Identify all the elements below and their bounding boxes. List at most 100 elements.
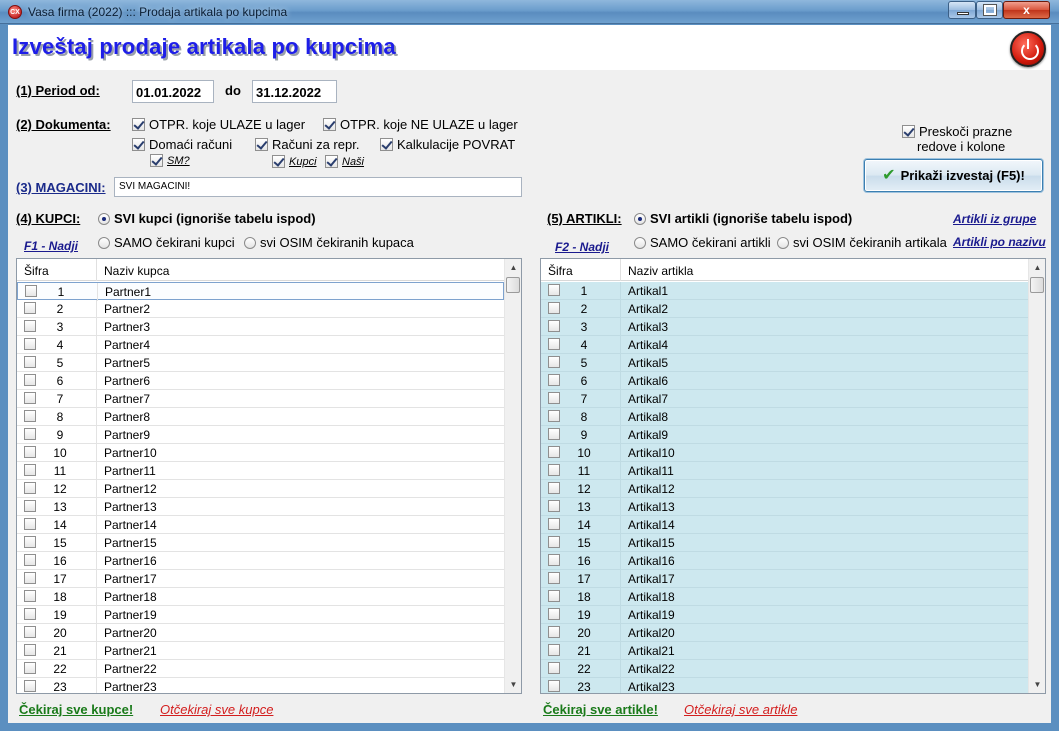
table-row[interactable]: 3 Partner3 <box>17 318 504 336</box>
table-row[interactable]: 9 Artikal9 <box>541 426 1028 444</box>
table-row[interactable]: 6 Partner6 <box>17 372 504 390</box>
table-row[interactable]: 21 Partner21 <box>17 642 504 660</box>
row-checkbox[interactable] <box>548 392 560 404</box>
row-checkbox[interactable] <box>24 338 36 350</box>
table-row[interactable]: 18 Artikal18 <box>541 588 1028 606</box>
customers-scrollbar[interactable]: ▲ ▼ <box>504 259 521 693</box>
table-row[interactable]: 17 Artikal17 <box>541 570 1028 588</box>
doc-otpr-ne-ulaze-option[interactable]: OTPR. koje NE ULAZE u lager <box>323 117 518 132</box>
table-row[interactable]: 19 Artikal19 <box>541 606 1028 624</box>
table-row[interactable]: 5 Artikal5 <box>541 354 1028 372</box>
table-row[interactable]: 5 Partner5 <box>17 354 504 372</box>
doc-otpr-ne-ulaze-checkbox[interactable] <box>323 118 336 132</box>
row-checkbox[interactable] <box>24 410 36 422</box>
table-row[interactable]: 7 Partner7 <box>17 390 504 408</box>
doc-nasi-checkbox[interactable] <box>325 154 338 168</box>
articles-except-radio[interactable] <box>777 236 789 249</box>
table-row[interactable]: 2 Partner2 <box>17 300 504 318</box>
row-checkbox[interactable] <box>24 446 36 458</box>
articles-only-radio[interactable] <box>634 236 646 249</box>
table-row[interactable]: 13 Partner13 <box>17 498 504 516</box>
row-checkbox[interactable] <box>548 320 560 332</box>
table-row[interactable]: 20 Partner20 <box>17 624 504 642</box>
scroll-thumb[interactable] <box>1030 277 1044 293</box>
table-row[interactable]: 13 Artikal13 <box>541 498 1028 516</box>
scroll-thumb[interactable] <box>506 277 520 293</box>
table-row[interactable]: 23 Artikal23 <box>541 678 1028 693</box>
table-row[interactable]: 6 Artikal6 <box>541 372 1028 390</box>
articles-find-link[interactable]: F2 - Nadji <box>555 240 609 254</box>
row-checkbox[interactable] <box>24 572 36 584</box>
row-checkbox[interactable] <box>548 284 560 296</box>
articles-name-link[interactable]: Artikli po nazivu <box>953 235 1046 249</box>
table-row[interactable]: 9 Partner9 <box>17 426 504 444</box>
period-from-input[interactable]: 01.01.2022 <box>132 80 214 103</box>
articles-group-link[interactable]: Artikli iz grupe <box>953 212 1036 226</box>
table-row[interactable]: 8 Partner8 <box>17 408 504 426</box>
row-checkbox[interactable] <box>548 626 560 638</box>
row-checkbox[interactable] <box>24 464 36 476</box>
table-row[interactable]: 4 Artikal4 <box>541 336 1028 354</box>
show-report-button[interactable]: ✔ Prikaži izvestaj (F5)! <box>864 159 1043 192</box>
table-row[interactable]: 1 Partner1 <box>17 282 504 301</box>
doc-nasi-option[interactable]: Naši <box>325 154 364 168</box>
table-row[interactable]: 14 Partner14 <box>17 516 504 534</box>
row-checkbox[interactable] <box>24 356 36 368</box>
row-checkbox[interactable] <box>548 572 560 584</box>
scroll-up-icon[interactable]: ▲ <box>1029 259 1045 276</box>
articles-except-option[interactable]: svi OSIM čekiranih artikala <box>777 235 947 250</box>
row-checkbox[interactable] <box>24 608 36 620</box>
table-row[interactable]: 11 Partner11 <box>17 462 504 480</box>
row-checkbox[interactable] <box>24 554 36 566</box>
row-checkbox[interactable] <box>548 428 560 440</box>
row-checkbox[interactable] <box>548 680 560 692</box>
table-row[interactable]: 19 Partner19 <box>17 606 504 624</box>
customers-only-radio[interactable] <box>98 236 110 249</box>
customers-find-link[interactable]: F1 - Nadji <box>24 239 78 253</box>
doc-kupci-option[interactable]: Kupci <box>272 154 317 168</box>
row-checkbox[interactable] <box>24 662 36 674</box>
table-row[interactable]: 14 Artikal14 <box>541 516 1028 534</box>
warehouses-input[interactable]: SVI MAGACINI! <box>114 177 522 197</box>
table-row[interactable]: 20 Artikal20 <box>541 624 1028 642</box>
table-row[interactable]: 10 Artikal10 <box>541 444 1028 462</box>
table-row[interactable]: 4 Partner4 <box>17 336 504 354</box>
doc-kupci-checkbox[interactable] <box>272 154 285 168</box>
table-row[interactable]: 16 Partner16 <box>17 552 504 570</box>
customers-only-option[interactable]: SAMO čekirani kupci <box>98 235 235 250</box>
row-checkbox[interactable] <box>24 644 36 656</box>
row-checkbox[interactable] <box>548 410 560 422</box>
table-row[interactable]: 7 Artikal7 <box>541 390 1028 408</box>
row-checkbox[interactable] <box>24 302 36 314</box>
customers-except-radio[interactable] <box>244 236 256 249</box>
table-row[interactable]: 22 Artikal22 <box>541 660 1028 678</box>
scroll-down-icon[interactable]: ▼ <box>505 676 521 693</box>
close-button[interactable]: x <box>1003 1 1050 19</box>
articles-all-radio[interactable] <box>634 212 646 225</box>
doc-otpr-ulaze-checkbox[interactable] <box>132 118 145 132</box>
row-checkbox[interactable] <box>548 374 560 386</box>
doc-racuni-repr-checkbox[interactable] <box>255 138 268 152</box>
row-checkbox[interactable] <box>548 338 560 350</box>
row-checkbox[interactable] <box>548 518 560 530</box>
doc-otpr-ulaze-option[interactable]: OTPR. koje ULAZE u lager <box>132 117 305 132</box>
articles-table[interactable]: Šifra Naziv artikla 1 Artikal1 2 Artikal2 3 A… <box>540 258 1046 694</box>
row-checkbox[interactable] <box>24 680 36 692</box>
row-checkbox[interactable] <box>24 374 36 386</box>
table-row[interactable]: 11 Artikal11 <box>541 462 1028 480</box>
table-row[interactable]: 1 Artikal1 <box>541 282 1028 300</box>
row-checkbox[interactable] <box>548 482 560 494</box>
doc-domaci-checkbox[interactable] <box>132 138 145 152</box>
doc-sm-checkbox[interactable] <box>150 153 163 167</box>
row-checkbox[interactable] <box>24 482 36 494</box>
row-checkbox[interactable] <box>24 590 36 602</box>
row-checkbox[interactable] <box>548 356 560 368</box>
uncheck-all-articles-link[interactable]: Otčekiraj sve artikle <box>684 702 797 717</box>
period-to-input[interactable]: 31.12.2022 <box>252 80 337 103</box>
articles-only-option[interactable]: SAMO čekirani artikli <box>634 235 771 250</box>
customers-all-option[interactable]: SVI kupci (ignoriše tabelu ispod) <box>98 211 316 226</box>
scroll-down-icon[interactable]: ▼ <box>1029 676 1045 693</box>
skip-empty-option[interactable]: Preskoči prazne <box>902 124 1012 139</box>
table-row[interactable]: 16 Artikal16 <box>541 552 1028 570</box>
row-checkbox[interactable] <box>548 302 560 314</box>
